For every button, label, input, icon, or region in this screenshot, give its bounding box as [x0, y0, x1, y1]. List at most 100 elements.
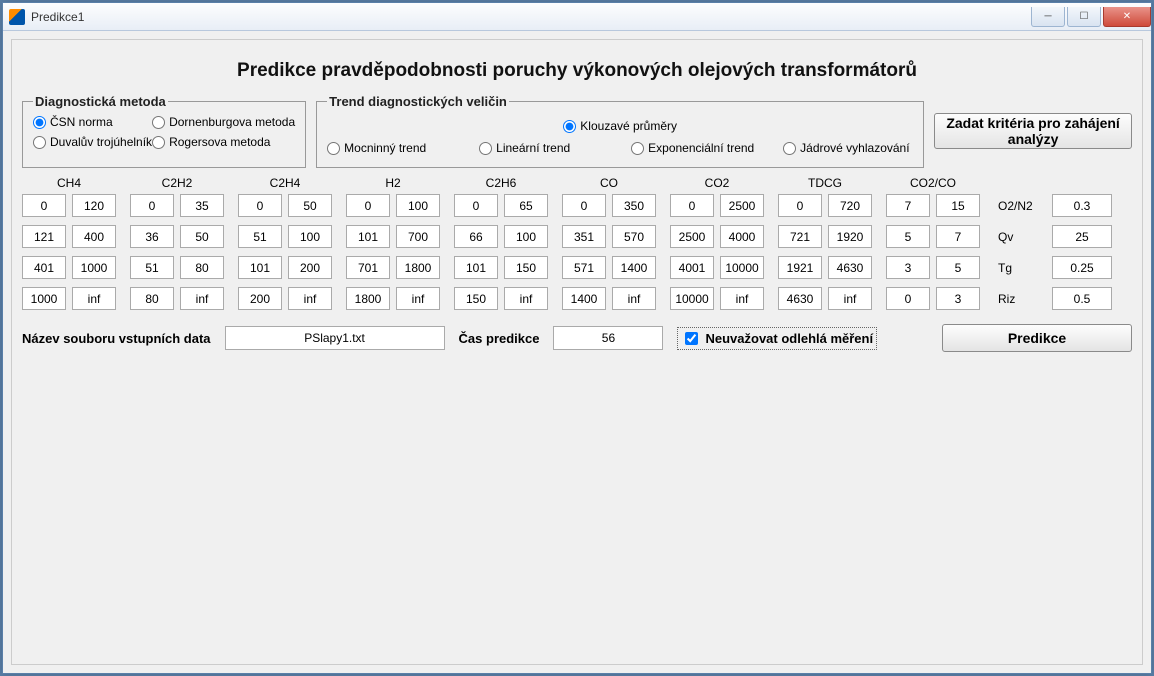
radio-linearni[interactable]: Lineární trend [479, 141, 609, 155]
gas-cell[interactable] [238, 225, 282, 248]
gas-cell[interactable] [22, 225, 66, 248]
gas-cell[interactable] [778, 256, 822, 279]
radio-mocninny[interactable]: Mocninný trend [327, 141, 457, 155]
gas-cell[interactable] [346, 287, 390, 310]
gas-cell[interactable] [180, 287, 224, 310]
gas-cell[interactable] [454, 287, 498, 310]
gas-cell[interactable] [936, 287, 980, 310]
gas-cell[interactable] [828, 194, 872, 217]
radio-rogers[interactable]: Rogersova metoda [152, 135, 295, 149]
gas-cell[interactable] [288, 287, 332, 310]
gas-cell[interactable] [562, 256, 606, 279]
gas-cell[interactable] [346, 225, 390, 248]
gas-cell[interactable] [720, 194, 764, 217]
time-input[interactable] [553, 326, 663, 350]
gas-cell[interactable] [886, 287, 930, 310]
radio-csn[interactable]: ČSN norma [33, 115, 152, 129]
gas-cell[interactable] [504, 225, 548, 248]
predict-button[interactable]: Predikce [942, 324, 1132, 352]
gas-cell[interactable] [936, 225, 980, 248]
radio-linearni-input[interactable] [479, 142, 492, 155]
gas-cell[interactable] [612, 194, 656, 217]
gas-cell[interactable] [130, 256, 174, 279]
gas-cell[interactable] [180, 194, 224, 217]
gas-cell[interactable] [72, 225, 116, 248]
gas-cell[interactable] [180, 225, 224, 248]
gas-cell[interactable] [72, 194, 116, 217]
gas-cell[interactable] [454, 256, 498, 279]
outlier-checkbox-wrap[interactable]: Neuvažovat odlehlá měření [677, 327, 877, 350]
radio-dornenburg-input[interactable] [152, 116, 165, 129]
gas-cell[interactable] [778, 287, 822, 310]
file-input[interactable] [225, 326, 445, 350]
gas-cell[interactable] [504, 194, 548, 217]
minimize-button[interactable]: ─ [1031, 7, 1065, 27]
gas-cell[interactable] [346, 194, 390, 217]
close-button[interactable]: ✕ [1103, 7, 1151, 27]
gas-cell[interactable] [22, 256, 66, 279]
radio-jadrove-input[interactable] [783, 142, 796, 155]
ratio-input[interactable] [1052, 194, 1112, 217]
gas-cell[interactable] [288, 256, 332, 279]
radio-dornenburg[interactable]: Dornenburgova metoda [152, 115, 295, 129]
gas-cell[interactable] [720, 287, 764, 310]
gas-cell[interactable] [72, 256, 116, 279]
gas-cell[interactable] [886, 194, 930, 217]
gas-cell[interactable] [612, 287, 656, 310]
gas-cell[interactable] [238, 256, 282, 279]
gas-cell[interactable] [936, 256, 980, 279]
radio-csn-input[interactable] [33, 116, 46, 129]
ratio-input[interactable] [1052, 256, 1112, 279]
gas-cell[interactable] [130, 194, 174, 217]
gas-cell[interactable] [936, 194, 980, 217]
gas-cell[interactable] [886, 256, 930, 279]
gas-cell[interactable] [670, 225, 714, 248]
gas-cell[interactable] [180, 256, 224, 279]
radio-jadrove[interactable]: Jádrové vyhlazování [783, 141, 913, 155]
gas-cell[interactable] [562, 225, 606, 248]
gas-cell[interactable] [288, 194, 332, 217]
outlier-checkbox[interactable] [685, 332, 698, 345]
gas-cell[interactable] [454, 225, 498, 248]
gas-cell[interactable] [828, 287, 872, 310]
radio-exponencialni[interactable]: Exponenciální trend [631, 141, 761, 155]
gas-cell[interactable] [562, 194, 606, 217]
maximize-button[interactable]: ☐ [1067, 7, 1101, 27]
gas-cell[interactable] [504, 256, 548, 279]
ratio-input[interactable] [1052, 225, 1112, 248]
gas-cell[interactable] [288, 225, 332, 248]
start-analysis-button[interactable]: Zadat kritéria pro zahájení analýzy [934, 113, 1132, 149]
radio-mocninny-input[interactable] [327, 142, 340, 155]
gas-cell[interactable] [562, 287, 606, 310]
gas-cell[interactable] [720, 256, 764, 279]
radio-klouzave-input[interactable] [563, 120, 576, 133]
gas-cell[interactable] [396, 256, 440, 279]
gas-cell[interactable] [504, 287, 548, 310]
gas-cell[interactable] [22, 194, 66, 217]
gas-cell[interactable] [778, 194, 822, 217]
gas-cell[interactable] [886, 225, 930, 248]
gas-cell[interactable] [396, 287, 440, 310]
gas-cell[interactable] [670, 194, 714, 217]
radio-klouzave[interactable]: Klouzavé průměry [563, 119, 677, 133]
gas-cell[interactable] [396, 194, 440, 217]
gas-cell[interactable] [670, 287, 714, 310]
gas-cell[interactable] [130, 287, 174, 310]
radio-duval-input[interactable] [33, 136, 46, 149]
radio-duval[interactable]: Duvalův trojúhelník [33, 135, 152, 149]
gas-cell[interactable] [612, 225, 656, 248]
gas-cell[interactable] [72, 287, 116, 310]
gas-cell[interactable] [828, 256, 872, 279]
gas-cell[interactable] [130, 225, 174, 248]
radio-exponencialni-input[interactable] [631, 142, 644, 155]
gas-cell[interactable] [454, 194, 498, 217]
gas-cell[interactable] [670, 256, 714, 279]
gas-cell[interactable] [346, 256, 390, 279]
gas-cell[interactable] [396, 225, 440, 248]
ratio-input[interactable] [1052, 287, 1112, 310]
gas-cell[interactable] [612, 256, 656, 279]
gas-cell[interactable] [22, 287, 66, 310]
gas-cell[interactable] [778, 225, 822, 248]
gas-cell[interactable] [238, 194, 282, 217]
gas-cell[interactable] [828, 225, 872, 248]
